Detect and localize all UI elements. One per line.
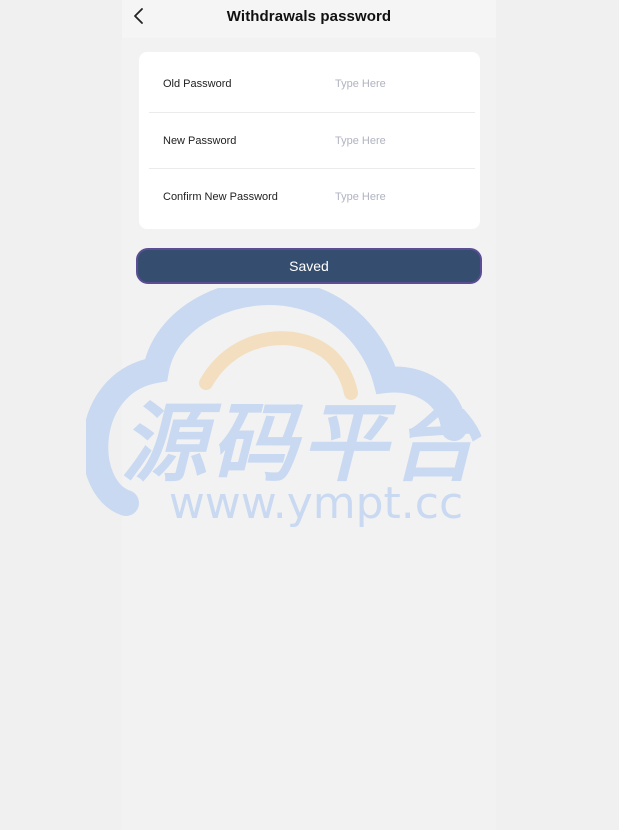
confirm-password-label: Confirm New Password [163, 191, 278, 203]
old-password-input[interactable] [335, 74, 465, 94]
new-password-input[interactable] [335, 131, 465, 151]
new-password-row: New Password [149, 113, 475, 169]
page-title: Withdrawals password [226, 8, 392, 25]
password-form: Old Password New Password Confirm New Pa… [139, 52, 480, 229]
new-password-label: New Password [163, 135, 237, 147]
save-button[interactable]: Saved [136, 248, 482, 284]
old-password-row: Old Password [149, 56, 475, 112]
old-password-label: Old Password [163, 78, 232, 90]
confirm-password-input[interactable] [335, 187, 465, 207]
confirm-password-row: Confirm New Password [149, 169, 475, 225]
